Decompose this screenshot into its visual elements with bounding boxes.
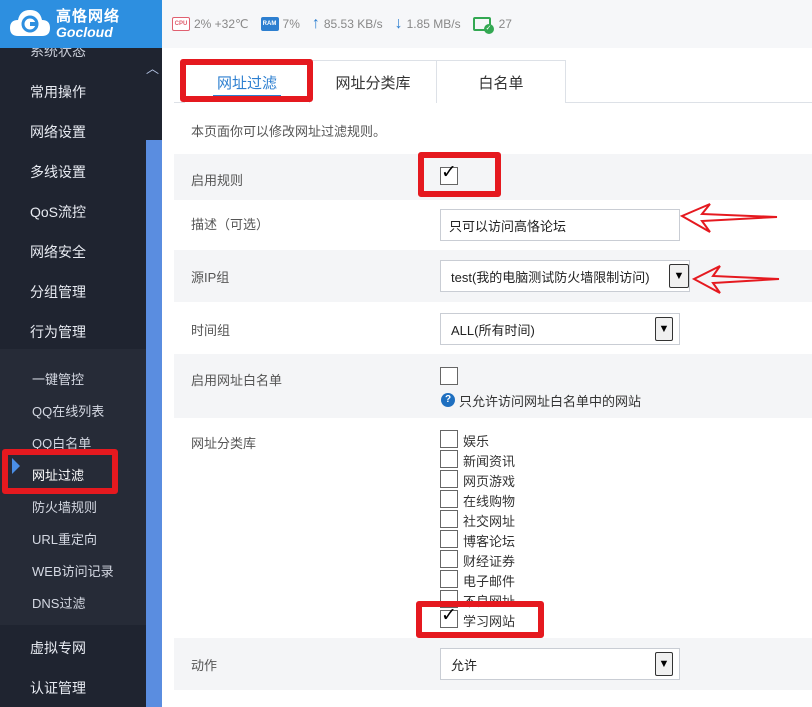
- online-count: 27: [498, 17, 512, 31]
- action-select[interactable]: 允许 ▼: [440, 648, 680, 680]
- category-option-label: 博客论坛: [463, 534, 516, 549]
- category-checkbox[interactable]: [440, 430, 458, 448]
- highlight-box-sidebar: [2, 449, 118, 494]
- enable-rule-label: 启用规则: [191, 173, 244, 188]
- brand-name-en: Gocloud: [56, 23, 113, 40]
- category-option[interactable]: 网页游戏: [440, 470, 640, 489]
- sidebar-subitem-qq-online[interactable]: QQ在线列表: [32, 401, 104, 420]
- tab-url-category-library[interactable]: 网址分类库: [309, 60, 437, 103]
- question-circle-icon: ?: [441, 393, 455, 407]
- description-input[interactable]: [440, 209, 680, 241]
- sidebar-item-behavior-management[interactable]: 行为管理: [30, 322, 146, 342]
- category-checkbox[interactable]: [440, 490, 458, 508]
- sidebar-subitem-one-key-control[interactable]: 一键管控: [32, 369, 84, 388]
- url-whitelist-help: 只允许访问网址白名单中的网站: [459, 394, 642, 409]
- monitor-check-icon: ✓: [472, 17, 494, 34]
- source-ip-group-label: 源IP组: [191, 270, 230, 285]
- sidebar: ︿ 系统状态 常用操作 网络设置 多线设置 QoS流控 网络安全 分组管理 行为…: [0, 48, 162, 707]
- tab-url-category-library-label: 网址分类库: [335, 74, 411, 92]
- chevron-up-icon[interactable]: ︿: [146, 58, 159, 77]
- source-ip-group-select[interactable]: test(我的电脑测试防火墙限制访问) ▼: [440, 260, 690, 292]
- tab-whitelist[interactable]: 白名单: [436, 60, 566, 103]
- category-option[interactable]: 在线购物: [440, 490, 640, 509]
- category-option-label: 娱乐: [463, 434, 490, 449]
- action-value: 允许: [451, 657, 478, 673]
- url-category-label: 网址分类库: [191, 436, 257, 451]
- sidebar-subitem-web-access-log[interactable]: WEB访问记录: [32, 561, 114, 580]
- category-option-label: 在线购物: [463, 494, 516, 509]
- category-option-label: 社交网址: [463, 514, 516, 529]
- description-label: 描述（可选）: [191, 217, 270, 232]
- ram-status: RAM 7%: [260, 17, 300, 31]
- sidebar-subitem-dns-filter[interactable]: DNS过滤: [32, 593, 85, 612]
- sidebar-item-network-security[interactable]: 网络安全: [30, 242, 146, 262]
- brand-logo[interactable]: 高恪网络 Gocloud: [0, 0, 162, 48]
- ram-chip-icon: RAM: [260, 17, 279, 31]
- highlight-box-study-category: [416, 601, 544, 638]
- category-option[interactable]: 博客论坛: [440, 530, 640, 549]
- sidebar-item-system-status[interactable]: 系统状态: [30, 48, 146, 61]
- tab-whitelist-label: 白名单: [478, 74, 524, 92]
- cloud-logo-icon: [10, 10, 50, 36]
- status-bar: CPU 2% +32℃ RAM 7% ↑ 85.53 KB/s ↓ 1.85 M…: [162, 0, 812, 48]
- time-group-value: ALL(所有时间): [451, 322, 535, 338]
- time-group-select[interactable]: ALL(所有时间) ▼: [440, 313, 680, 345]
- sidebar-item-auth-management[interactable]: 认证管理: [30, 678, 146, 698]
- category-option-label: 财经证券: [463, 554, 516, 569]
- time-group-row: 时间组 ALL(所有时间) ▼: [174, 302, 812, 354]
- sidebar-item-multiline[interactable]: 多线设置: [30, 162, 146, 182]
- category-checkbox[interactable]: [440, 450, 458, 468]
- url-whitelist-row: 启用网址白名单 ? 只允许访问网址白名单中的网站: [174, 354, 812, 418]
- arrow-down-icon: ↓: [394, 15, 403, 32]
- brand-name-cn: 高恪网络: [56, 7, 121, 25]
- annotation-arrow-source-ip: [692, 265, 780, 294]
- category-checkbox[interactable]: [440, 570, 458, 588]
- chevron-down-icon[interactable]: ▼: [669, 264, 689, 288]
- category-option-label: 网页游戏: [463, 474, 516, 489]
- sidebar-subitem-firewall-rules[interactable]: 防火墙规则: [32, 497, 97, 516]
- page-description: 本页面你可以修改网址过滤规则。: [191, 124, 387, 139]
- action-label: 动作: [191, 658, 218, 673]
- cpu-chip-icon: CPU: [172, 17, 190, 31]
- download-value: 1.85 MB/s: [406, 17, 461, 31]
- category-option[interactable]: 财经证券: [440, 550, 640, 569]
- category-checkbox[interactable]: [440, 550, 458, 568]
- cpu-value: 2% +32℃: [194, 17, 249, 31]
- category-checkbox[interactable]: [440, 530, 458, 548]
- category-option[interactable]: 电子邮件: [440, 570, 640, 589]
- sidebar-subitem-url-redirect[interactable]: URL重定向: [32, 529, 97, 548]
- category-option-label: 新闻资讯: [463, 454, 516, 469]
- url-whitelist-label: 启用网址白名单: [191, 373, 283, 388]
- sidebar-item-group-management[interactable]: 分组管理: [30, 282, 146, 302]
- arrow-up-icon: ↑: [311, 15, 320, 32]
- online-status: ✓ 27: [472, 17, 512, 34]
- category-checkbox[interactable]: [440, 470, 458, 488]
- upload-value: 85.53 KB/s: [323, 17, 383, 31]
- upload-status: ↑ 85.53 KB/s: [312, 16, 383, 32]
- annotation-arrow-description: [680, 203, 778, 233]
- ram-value: 7%: [282, 17, 300, 31]
- sidebar-scrollbar[interactable]: [146, 140, 162, 707]
- category-checkbox[interactable]: [440, 510, 458, 528]
- cpu-status: CPU 2% +32℃: [172, 17, 249, 31]
- sidebar-item-vpn[interactable]: 虚拟专网: [30, 638, 146, 658]
- chevron-down-icon[interactable]: ▼: [655, 317, 673, 341]
- category-option[interactable]: 新闻资讯: [440, 450, 640, 469]
- sidebar-item-network-settings[interactable]: 网络设置: [30, 122, 146, 142]
- download-status: ↓ 1.85 MB/s: [395, 16, 461, 32]
- url-whitelist-checkbox[interactable]: [440, 367, 458, 385]
- highlight-box-enable-rule: [418, 152, 501, 197]
- source-ip-group-value: test(我的电脑测试防火墙限制访问): [451, 269, 650, 285]
- chevron-down-icon[interactable]: ▼: [655, 652, 673, 676]
- action-row: 动作 允许 ▼: [174, 638, 812, 690]
- category-option[interactable]: 社交网址: [440, 510, 640, 529]
- sidebar-item-qos[interactable]: QoS流控: [30, 202, 146, 222]
- highlight-box-tab: [180, 59, 313, 102]
- category-option-label: 电子邮件: [463, 574, 516, 589]
- sidebar-item-common-ops[interactable]: 常用操作: [30, 82, 146, 102]
- category-option[interactable]: 娱乐: [440, 430, 640, 449]
- time-group-label: 时间组: [191, 323, 231, 338]
